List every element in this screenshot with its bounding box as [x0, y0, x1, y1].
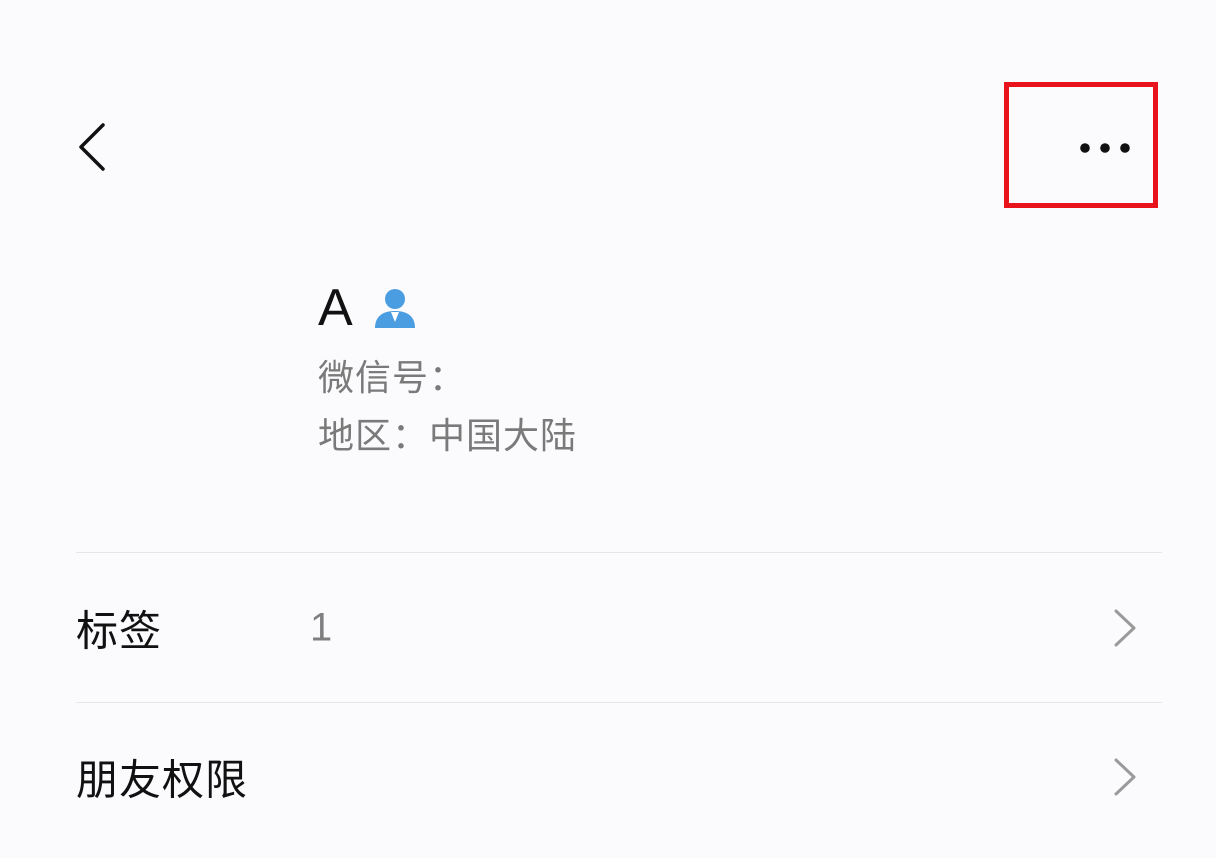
contact-profile-screen: A 微信号： 地区：中国大陆 标签 1 朋友权限 — [0, 0, 1216, 858]
contact-name: A — [318, 279, 353, 337]
back-button[interactable] — [62, 112, 122, 182]
region-text: 地区：中国大陆 — [318, 416, 578, 457]
tags-row[interactable]: 标签 1 — [76, 554, 1162, 702]
name-row: A — [318, 278, 577, 338]
more-options-button[interactable] — [1050, 120, 1160, 176]
friend-permissions-row[interactable]: 朋友权限 — [76, 703, 1162, 851]
chevron-left-icon — [79, 123, 105, 171]
person-icon — [374, 289, 415, 328]
profile-info: A 微信号： 地区：中国大陆 — [318, 278, 577, 466]
tags-label: 标签 — [76, 606, 163, 656]
wechat-id-label: 微信号： — [318, 358, 467, 399]
divider — [76, 552, 1162, 553]
more-horizontal-icon — [1080, 143, 1130, 153]
tags-count: 1 — [310, 605, 333, 650]
friend-permissions-label: 朋友权限 — [76, 755, 249, 805]
chevron-right-icon — [1114, 609, 1136, 647]
chevron-right-icon — [1114, 758, 1136, 796]
